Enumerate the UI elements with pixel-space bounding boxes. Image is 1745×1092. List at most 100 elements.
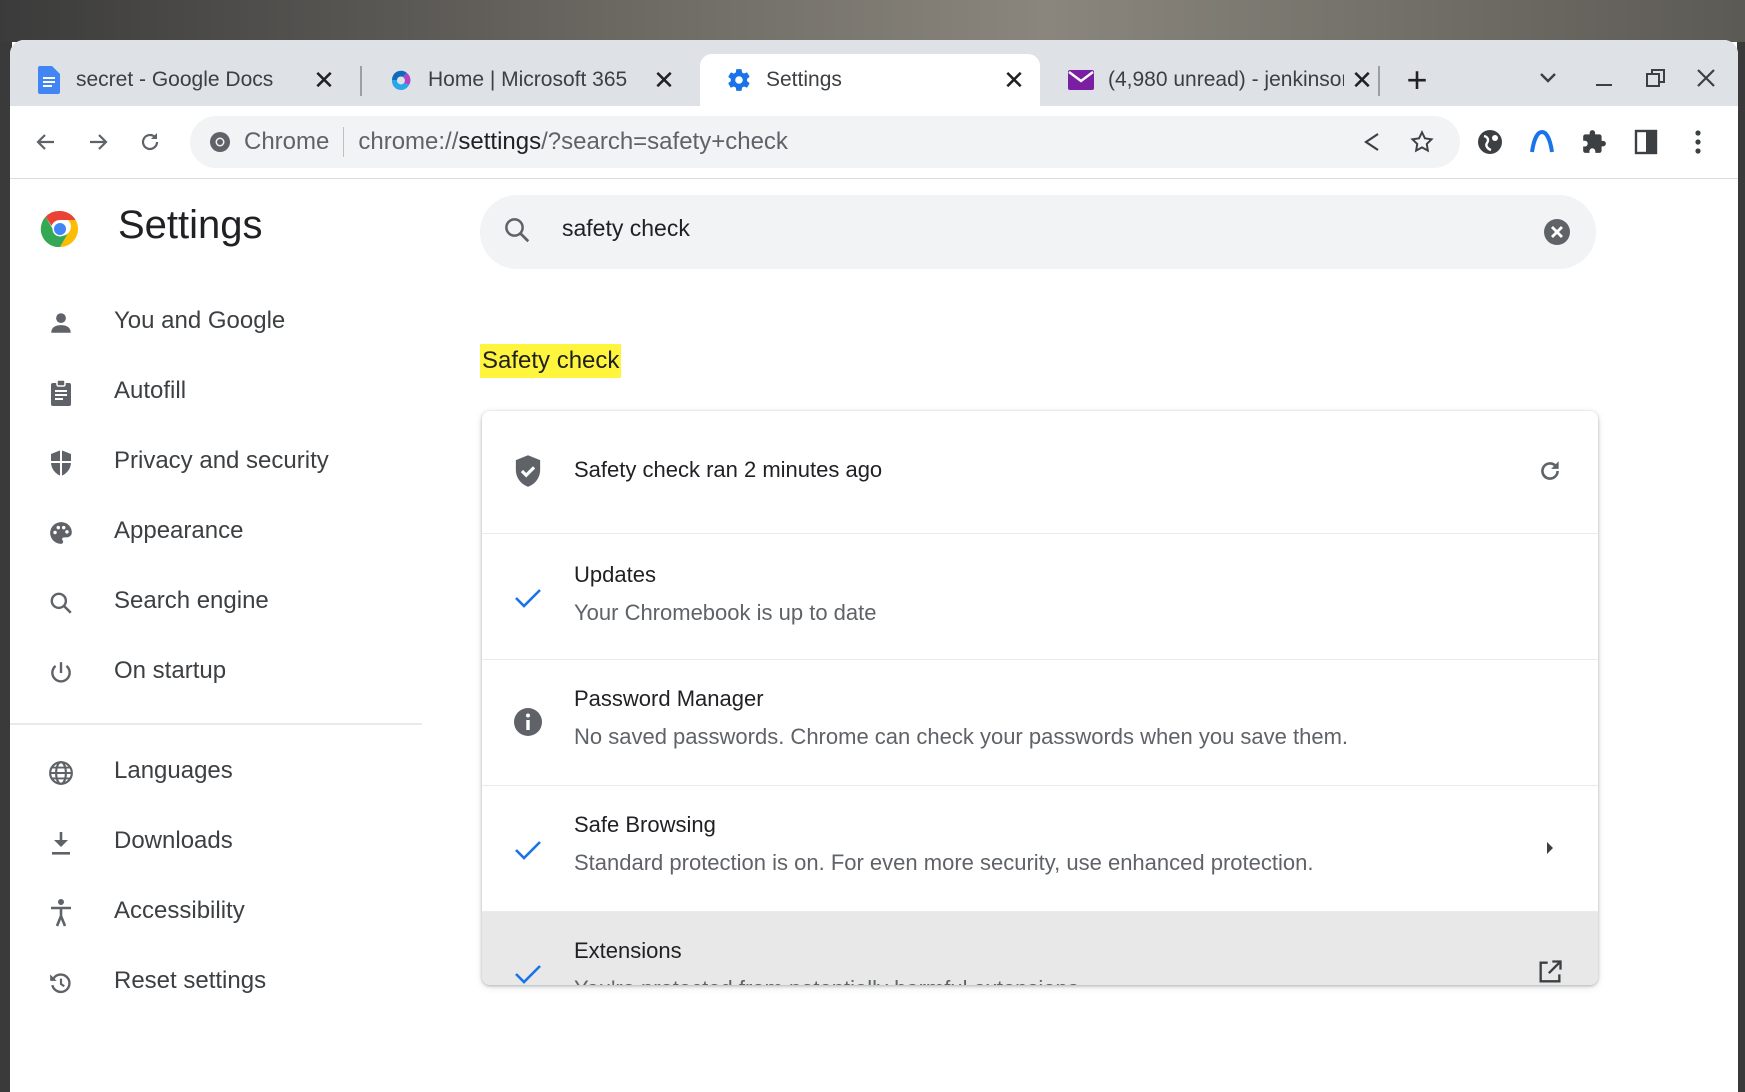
url-text: chrome://settings/?search=safety+check: [358, 128, 788, 155]
shield-icon: [46, 448, 76, 478]
extensions-puzzle-icon[interactable]: [1574, 122, 1614, 162]
tab-google-docs[interactable]: secret - Google Docs ✕: [10, 54, 350, 106]
tab-label: Home | Microsoft 365: [428, 68, 628, 91]
row-title: Safe Browsing: [574, 812, 716, 837]
sidebar-item-search-engine[interactable]: Search engine: [10, 572, 430, 632]
sidebar-item-label: Appearance: [114, 517, 244, 544]
omnibox-divider: [343, 127, 345, 157]
sidebar-item-label: Reset settings: [114, 967, 267, 994]
tab-separator: [1378, 66, 1380, 96]
close-icon[interactable]: ✕: [650, 65, 678, 95]
safety-check-status: Safety check ran 2 minutes ago: [574, 457, 883, 482]
tab-microsoft-365[interactable]: Home | Microsoft 365 ✕: [362, 54, 690, 106]
sidebar-item-reset-settings[interactable]: Reset settings: [10, 952, 430, 1012]
more-menu-icon[interactable]: [1678, 122, 1718, 162]
page-title: Settings: [118, 203, 263, 247]
tab-label: secret - Google Docs: [76, 68, 274, 91]
sidebar-item-accessibility[interactable]: Accessibility: [10, 882, 430, 942]
sidebar-item-you-and-google[interactable]: You and Google: [10, 292, 430, 352]
checkmark-icon: [510, 956, 546, 985]
chrome-chip[interactable]: Chrome: [208, 128, 329, 156]
sidebar-item-appearance[interactable]: Appearance: [10, 502, 430, 562]
tab-mail[interactable]: (4,980 unread) - jenkinson ✕: [1042, 54, 1388, 106]
screen-frame: secret - Google Docs ✕ Home | Microsoft …: [0, 0, 1745, 1092]
sidebar-item-languages[interactable]: Languages: [10, 742, 430, 802]
extension-globe-icon[interactable]: [1470, 122, 1510, 162]
settings-search-box[interactable]: safety check: [480, 195, 1596, 269]
browser-toolbar: Chrome chrome://settings/?search=safety+…: [10, 106, 1738, 179]
sidebar-item-downloads[interactable]: Downloads: [10, 812, 430, 872]
search-icon: [502, 215, 536, 249]
minimize-icon[interactable]: [1584, 58, 1624, 98]
clear-search-icon[interactable]: [1542, 217, 1572, 247]
address-bar[interactable]: Chrome chrome://settings/?search=safety+…: [190, 116, 1460, 168]
row-title: Password Manager: [574, 686, 764, 711]
checkmark-icon: [510, 580, 546, 616]
safety-check-card: Safety check ran 2 minutes ago Updates Y…: [482, 411, 1598, 985]
chrome-chip-label: Chrome: [244, 128, 330, 155]
browser-window: secret - Google Docs ✕ Home | Microsoft …: [10, 40, 1738, 1092]
back-arrow-icon[interactable]: [24, 120, 68, 164]
rerun-refresh-icon[interactable]: [1532, 453, 1568, 489]
google-docs-icon: [36, 66, 62, 94]
window-close-icon[interactable]: [1686, 58, 1726, 98]
sidebar-item-label: You and Google: [114, 307, 286, 334]
new-tab-button[interactable]: +: [1395, 58, 1439, 102]
search-icon: [46, 588, 76, 618]
chevron-right-icon[interactable]: [1532, 830, 1568, 866]
chrome-logo-icon: [40, 209, 80, 249]
row-subtitle: Standard protection is on. For even more…: [574, 850, 1314, 875]
extension-arc-icon[interactable]: [1522, 122, 1562, 162]
forward-arrow-icon[interactable]: [76, 120, 120, 164]
clipboard-icon: [46, 378, 76, 408]
sidebar-item-privacy-and-security[interactable]: Privacy and security: [10, 432, 430, 492]
sidebar-item-label: Accessibility: [114, 897, 245, 924]
row-subtitle: No saved passwords. Chrome can check you…: [574, 724, 1349, 749]
restore-icon[interactable]: [1636, 58, 1676, 98]
settings-gear-icon: [726, 67, 752, 93]
safety-check-row-extensions[interactable]: Extensions You're protected from potenti…: [482, 911, 1598, 985]
sidebar-item-label: Languages: [114, 757, 233, 784]
sidebar-item-label: Privacy and security: [114, 447, 329, 474]
safety-check-header-row: Safety check ran 2 minutes ago: [482, 411, 1598, 533]
safety-check-row-password-manager: Password Manager No saved passwords. Chr…: [482, 659, 1598, 786]
chrome-logo-icon: [210, 132, 230, 152]
tab-strip: secret - Google Docs ✕ Home | Microsoft …: [10, 40, 1738, 106]
microsoft-365-icon: [388, 67, 414, 93]
row-title: Updates: [574, 562, 656, 587]
settings-page: Settings safety check You and Google Aut…: [10, 179, 1738, 1092]
side-panel-icon[interactable]: [1626, 122, 1666, 162]
tab-label: Settings: [766, 68, 842, 91]
globe-icon: [46, 758, 76, 788]
desktop-right-edge: [1737, 42, 1745, 1092]
sidebar-item-label: Autofill: [114, 377, 187, 404]
search-input[interactable]: safety check: [562, 215, 690, 242]
tab-label: (4,980 unread) - jenkinson: [1108, 68, 1344, 91]
close-icon[interactable]: ✕: [310, 65, 338, 95]
row-subtitle: You're protected from potentially harmfu…: [574, 976, 1079, 985]
close-icon[interactable]: ✕: [1348, 65, 1376, 95]
open-in-new-icon[interactable]: [1532, 954, 1568, 985]
accessibility-icon: [46, 898, 76, 928]
shield-check-icon: [510, 453, 546, 489]
sidebar-item-on-startup[interactable]: On startup: [10, 642, 430, 702]
sidebar-item-autofill[interactable]: Autofill: [10, 362, 430, 422]
bookmark-star-icon[interactable]: [1406, 126, 1438, 158]
reload-icon[interactable]: [128, 120, 172, 164]
section-title-safety-check: Safety check: [480, 344, 622, 378]
info-icon: [510, 704, 546, 740]
person-icon: [46, 308, 76, 338]
safety-check-row-safe-browsing[interactable]: Safe Browsing Standard protection is on.…: [482, 785, 1598, 912]
palette-icon: [46, 518, 76, 548]
tab-search-chevron-icon[interactable]: [1528, 58, 1568, 98]
share-icon[interactable]: [1356, 126, 1388, 158]
reset-history-icon: [46, 968, 76, 998]
row-subtitle: Your Chromebook is up to date: [574, 600, 877, 625]
row-title: Extensions: [574, 938, 682, 963]
tab-settings[interactable]: Settings ✕: [700, 54, 1040, 106]
download-icon: [46, 828, 76, 858]
close-icon[interactable]: ✕: [1000, 65, 1028, 95]
sidebar-item-label: Search engine: [114, 587, 269, 614]
sidebar-divider: [10, 723, 422, 725]
sidebar-item-label: On startup: [114, 657, 227, 684]
